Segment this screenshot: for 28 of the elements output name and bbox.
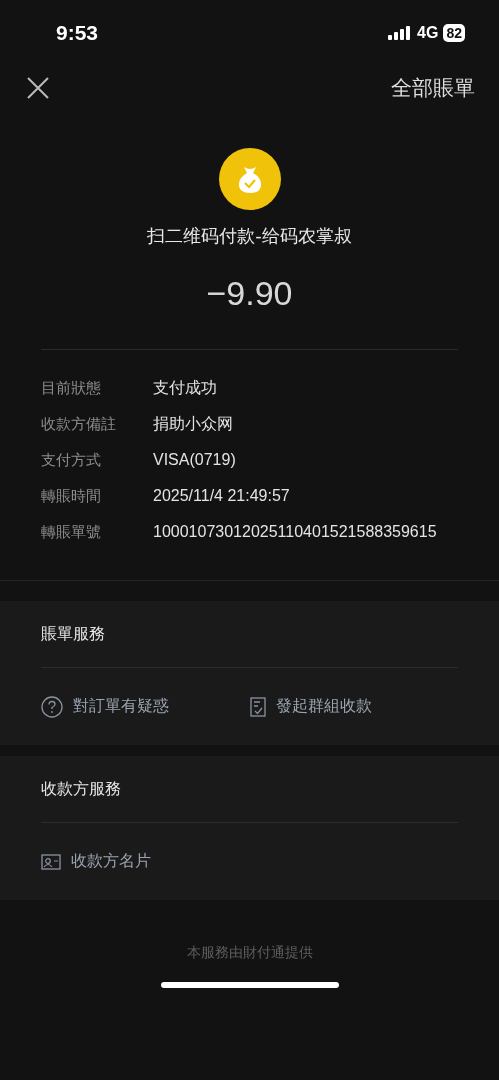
detail-label: 轉賬單號: [41, 522, 102, 543]
detail-value: 2025/11/4 21:49:57: [153, 486, 291, 506]
detail-value: 支付成功: [153, 378, 218, 398]
detail-value: 10001073012025110401521588359615: [153, 522, 438, 542]
section-title: 賬單服務: [41, 601, 458, 668]
contact-card-icon: [41, 853, 61, 870]
detail-label: 支付方式: [41, 450, 102, 471]
detail-label: 收款方備註: [41, 414, 117, 435]
detail-label: 目前狀態: [41, 378, 102, 399]
service-link[interactable]: 對訂單有疑惑: [73, 696, 169, 717]
detail-label: 轉賬時間: [41, 486, 102, 507]
signal-icon: [388, 26, 413, 40]
payment-title: 扫二维码付款-给码农掌叔: [147, 224, 352, 248]
service-link[interactable]: 收款方名片: [71, 851, 151, 872]
close-icon[interactable]: [26, 76, 50, 100]
money-bag-icon: [218, 148, 281, 210]
question-icon: [41, 695, 63, 718]
receipt-icon: [249, 696, 266, 717]
section-title: 收款方服務: [41, 756, 458, 823]
detail-value: VISA(0719): [153, 450, 237, 470]
battery-level: 82: [443, 24, 465, 42]
payment-amount: −9.90: [206, 274, 293, 313]
status-time: 9:53: [56, 21, 99, 45]
footer-note: 本服務由財付通提供: [185, 944, 314, 962]
network-label: 4G: [417, 24, 439, 42]
service-link[interactable]: 發起群組收款: [275, 696, 372, 717]
all-bills-link[interactable]: 全部賬單: [391, 74, 475, 102]
detail-value: 捐助小众网: [153, 414, 234, 434]
